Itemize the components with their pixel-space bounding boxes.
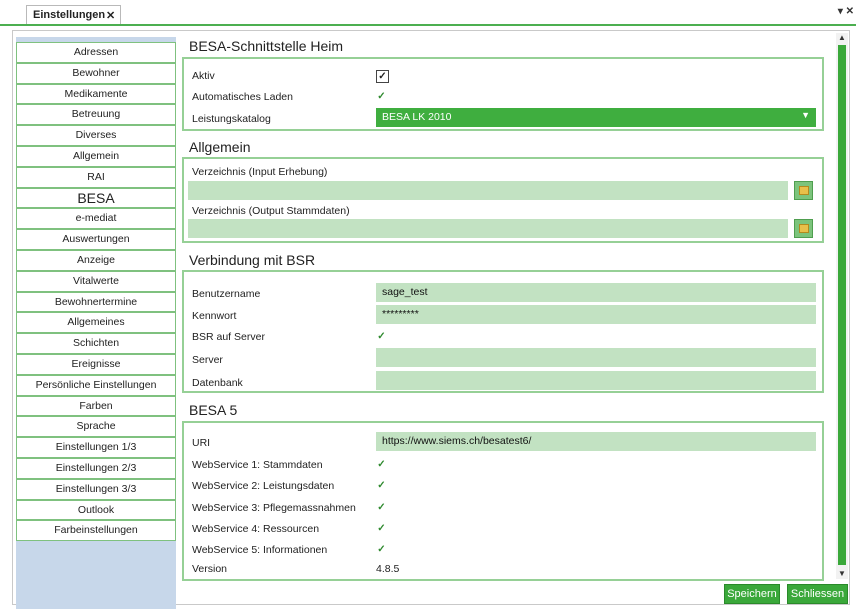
group-besa-heim: Aktiv ✓ Automatisches Laden ✓ Leistungsk…: [182, 57, 824, 131]
ws3-checkbox[interactable]: ✓: [376, 502, 387, 513]
sidebar-item-ereignisse[interactable]: Ereignisse: [16, 353, 176, 375]
tab-label: Einstellungen: [33, 9, 106, 21]
sidebar-item-allgemein[interactable]: Allgemein: [16, 145, 176, 167]
leistungskatalog-label: Leistungskatalog: [192, 113, 271, 125]
group-besa5: URI https://www.siems.ch/besatest6/ WebS…: [182, 421, 824, 581]
auto-laden-label: Automatisches Laden: [192, 91, 293, 103]
chevron-down-icon: ▼: [801, 110, 810, 120]
section-title-besa5: BESA 5: [189, 402, 238, 418]
close-button[interactable]: Schliessen: [787, 584, 848, 604]
vertical-scrollbar[interactable]: ▲ ▼: [836, 33, 848, 579]
sidebar-item-vitalwerte[interactable]: Vitalwerte: [16, 270, 176, 292]
folder-icon[interactable]: [794, 219, 813, 238]
leistungskatalog-select[interactable]: BESA LK 2010 ▼: [376, 108, 816, 127]
server-label: Server: [192, 354, 223, 366]
close-icon[interactable]: ✕: [106, 9, 115, 22]
sidebar: Adressen Bewohner Medikamente Betreuung Dive…: [16, 37, 176, 609]
sidebar-item-einstellungen-3-3[interactable]: Einstellungen 3/3: [16, 478, 176, 500]
sidebar-item-persönliche-einstellungen[interactable]: Persönliche Einstellungen: [16, 374, 176, 396]
sidebar-item-farbeinstellungen[interactable]: Farbeinstellungen: [16, 520, 176, 542]
ws4-label: WebService 4: Ressourcen: [192, 523, 320, 535]
sidebar-item-bewohnertermine[interactable]: Bewohnertermine: [16, 291, 176, 313]
kennwort-label: Kennwort: [192, 310, 237, 322]
bsr-server-label: BSR auf Server: [192, 331, 265, 343]
scroll-down-icon[interactable]: ▼: [836, 569, 848, 579]
benutzername-label: Benutzername: [192, 288, 261, 300]
folder-icon[interactable]: [794, 181, 813, 200]
sidebar-item-sprache[interactable]: Sprache: [16, 416, 176, 438]
ws3-label: WebService 3: Pflegemassnahmen: [192, 502, 356, 514]
sidebar-item-diverses[interactable]: Diverses: [16, 125, 176, 146]
sidebar-item-farben[interactable]: Farben: [16, 395, 176, 417]
uri-label: URI: [192, 437, 211, 449]
tab-strip: Einstellungen ✕ ▾ ✕: [0, 0, 856, 26]
ws1-checkbox[interactable]: ✓: [376, 459, 387, 470]
scroll-up-icon[interactable]: ▲: [836, 33, 848, 43]
sidebar-item-anzeige[interactable]: Anzeige: [16, 249, 176, 271]
output-stammdaten-field[interactable]: [188, 219, 788, 238]
sidebar-item-einstellungen-1-3[interactable]: Einstellungen 1/3: [16, 437, 176, 458]
output-stammdaten-label: Verzeichnis (Output Stammdaten): [192, 205, 350, 217]
sidebar-item-medikamente[interactable]: Medikamente: [16, 83, 176, 105]
sidebar-item-e-mediat[interactable]: e-mediat: [16, 208, 176, 230]
ws2-checkbox[interactable]: ✓: [376, 480, 387, 491]
input-erhebung-field[interactable]: [188, 181, 788, 200]
section-title-allgemein: Allgemein: [189, 139, 251, 155]
section-title-besa-heim: BESA-Schnittstelle Heim: [189, 38, 344, 54]
server-field[interactable]: [376, 348, 816, 367]
ws4-checkbox[interactable]: ✓: [376, 523, 387, 534]
sidebar-item-allgemeines[interactable]: Allgemeines: [16, 312, 176, 334]
sidebar-item-rai[interactable]: RAI: [16, 166, 176, 188]
version-value: 4.8.5: [376, 563, 400, 575]
window-controls[interactable]: ▾ ✕: [838, 6, 854, 17]
sidebar-list: Adressen Bewohner Medikamente Betreuung Dive…: [16, 42, 176, 542]
input-erhebung-label: Verzeichnis (Input Erhebung): [192, 166, 328, 178]
sidebar-item-besa[interactable]: BESA: [16, 187, 176, 209]
section-title-bsr: Verbindung mit BSR: [189, 252, 316, 268]
datenbank-label: Datenbank: [192, 377, 243, 389]
tab-einstellungen[interactable]: Einstellungen ✕: [26, 5, 121, 24]
uri-field[interactable]: https://www.siems.ch/besatest6/: [376, 432, 816, 451]
kennwort-field[interactable]: *********: [376, 305, 816, 324]
ws2-label: WebService 2: Leistungsdaten: [192, 480, 335, 492]
bsr-server-checkbox[interactable]: ✓: [376, 331, 387, 342]
save-button[interactable]: Speichern: [724, 584, 780, 604]
sidebar-item-einstellungen-2-3[interactable]: Einstellungen 2/3: [16, 457, 176, 479]
aktiv-checkbox[interactable]: ✓: [376, 70, 389, 83]
sidebar-item-bewohner[interactable]: Bewohner: [16, 62, 176, 84]
sidebar-item-auswertungen[interactable]: Auswertungen: [16, 229, 176, 250]
leistungskatalog-value: BESA LK 2010: [382, 111, 452, 123]
benutzername-field[interactable]: sage_test: [376, 283, 816, 302]
ws5-label: WebService 5: Informationen: [192, 544, 328, 556]
datenbank-field[interactable]: [376, 371, 816, 390]
sidebar-item-schichten[interactable]: Schichten: [16, 333, 176, 354]
sidebar-item-adressen[interactable]: Adressen: [16, 42, 176, 63]
version-label: Version: [192, 563, 228, 575]
sidebar-item-outlook[interactable]: Outlook: [16, 499, 176, 521]
scroll-thumb[interactable]: [838, 45, 846, 565]
aktiv-label: Aktiv: [192, 70, 215, 82]
group-allgemein: Verzeichnis (Input Erhebung) Verzeichnis…: [182, 157, 824, 243]
auto-laden-checkbox[interactable]: ✓: [376, 91, 387, 102]
group-bsr: Benutzername sage_test Kennwort ********…: [182, 270, 824, 393]
ws1-label: WebService 1: Stammdaten: [192, 459, 323, 471]
sidebar-item-betreuung[interactable]: Betreuung: [16, 104, 176, 126]
ws5-checkbox[interactable]: ✓: [376, 544, 387, 555]
